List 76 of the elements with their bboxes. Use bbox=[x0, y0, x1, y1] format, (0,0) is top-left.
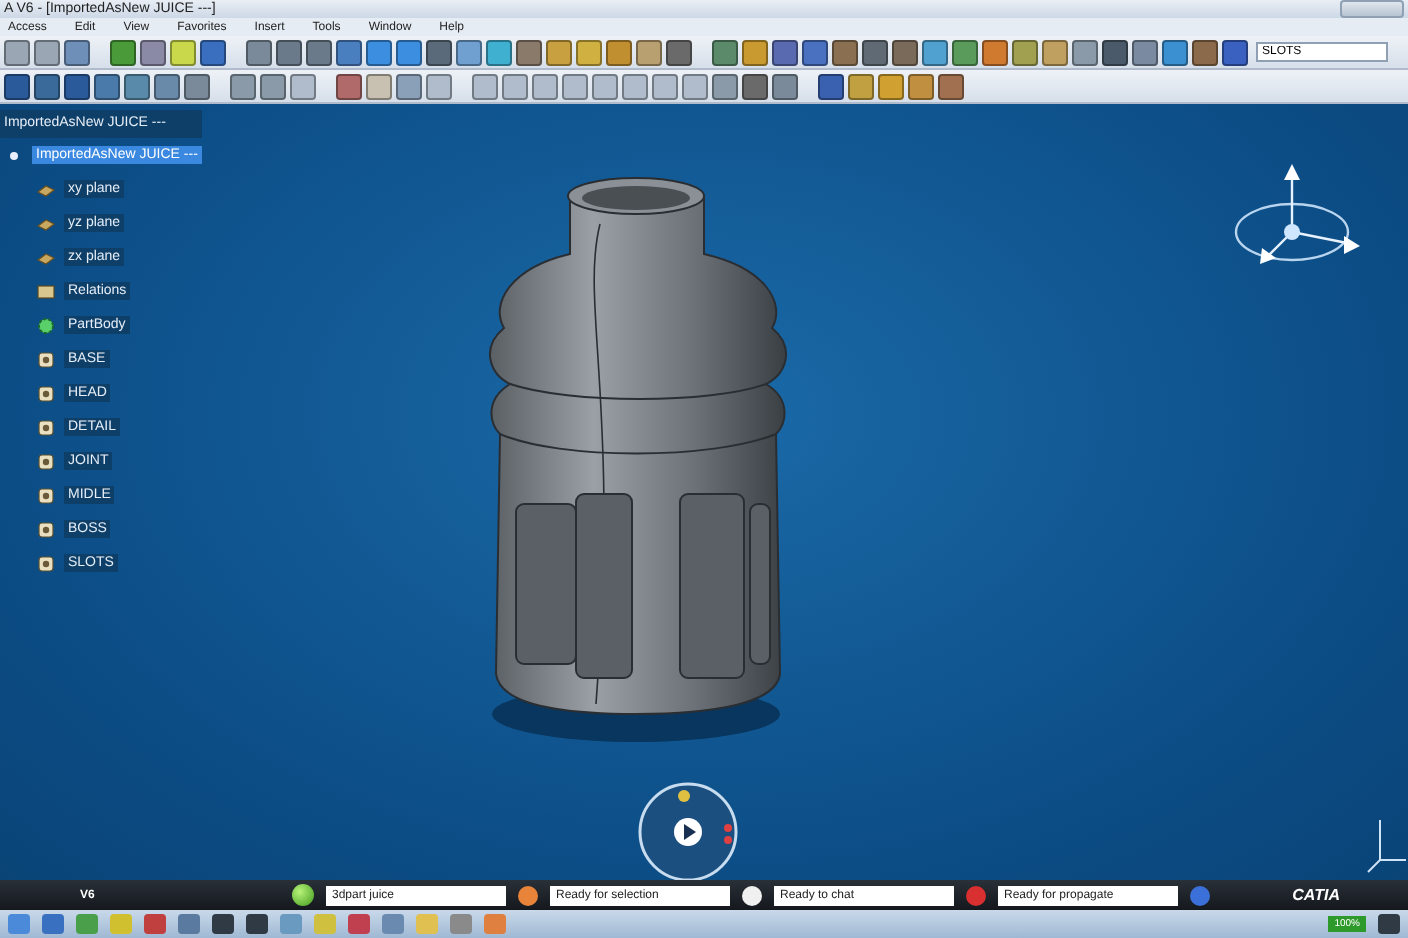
toolbar-icon[interactable] bbox=[1162, 39, 1188, 65]
geometric-set-icon bbox=[36, 553, 56, 573]
toolbar-icon[interactable] bbox=[64, 73, 90, 99]
relations-icon bbox=[36, 281, 56, 301]
toolbar-icon[interactable] bbox=[1102, 39, 1128, 65]
toolbar-icon[interactable] bbox=[64, 39, 90, 65]
toolbar-icon[interactable] bbox=[276, 39, 302, 65]
toolbar-icon[interactable] bbox=[712, 73, 738, 99]
toolbar-icon[interactable] bbox=[34, 73, 60, 99]
toolbar-icon[interactable] bbox=[818, 73, 844, 99]
geometric-set-icon bbox=[36, 349, 56, 369]
toolbar-icon[interactable] bbox=[1072, 39, 1098, 65]
geometric-set-icon bbox=[36, 519, 56, 539]
toolbar-icon[interactable] bbox=[772, 39, 798, 65]
geometric-set-icon bbox=[36, 451, 56, 471]
toolbar-icon[interactable] bbox=[878, 73, 904, 99]
status-icon[interactable] bbox=[742, 885, 762, 905]
gear-icon bbox=[36, 315, 56, 335]
toolbar-icon[interactable] bbox=[4, 73, 30, 99]
toolbar-icon[interactable] bbox=[426, 39, 452, 65]
navigation-wheel-icon[interactable] bbox=[638, 782, 738, 880]
globe-icon[interactable] bbox=[292, 884, 314, 906]
toolbar-icon[interactable] bbox=[140, 39, 166, 65]
toolbar-icon[interactable] bbox=[1132, 39, 1158, 65]
tray-icon[interactable] bbox=[1378, 914, 1400, 934]
geometric-set-icon bbox=[36, 383, 56, 403]
toolbar-icon[interactable] bbox=[184, 73, 210, 99]
toolbar-icon[interactable] bbox=[34, 39, 60, 65]
toolbar-icon[interactable] bbox=[712, 39, 738, 65]
toolbar-icon[interactable] bbox=[230, 73, 256, 99]
geometric-set-icon bbox=[36, 417, 56, 437]
toolbar-icon[interactable] bbox=[772, 73, 798, 99]
toolbar-icon[interactable] bbox=[922, 39, 948, 65]
toolbar-icon[interactable] bbox=[546, 39, 572, 65]
toolbar-icon[interactable] bbox=[396, 39, 422, 65]
toolbar-icon[interactable] bbox=[892, 39, 918, 65]
toolbar-icon[interactable] bbox=[306, 39, 332, 65]
toolbar-icon[interactable] bbox=[246, 39, 272, 65]
toolbar-icon[interactable] bbox=[94, 73, 120, 99]
geometric-set-icon bbox=[36, 485, 56, 505]
toolbar-icon[interactable] bbox=[802, 39, 828, 65]
taskbar-icon[interactable] bbox=[212, 914, 234, 934]
toolbar-icon[interactable] bbox=[396, 73, 422, 99]
toolbar-icon[interactable] bbox=[1222, 39, 1248, 65]
toolbar-icon[interactable] bbox=[456, 39, 482, 65]
toolbar-icon[interactable] bbox=[1012, 39, 1038, 65]
taskbar-icon[interactable] bbox=[246, 914, 268, 934]
axis-drawing bbox=[1367, 819, 1407, 873]
status-icon[interactable] bbox=[518, 885, 538, 905]
toolbar-icon[interactable] bbox=[742, 39, 768, 65]
toolbar-icon[interactable] bbox=[110, 39, 136, 65]
toolbar-icon[interactable] bbox=[742, 73, 768, 99]
compass-drawing bbox=[1234, 164, 1360, 264]
toolbar-icon[interactable] bbox=[336, 73, 362, 99]
toolbar-icon[interactable] bbox=[666, 39, 692, 65]
toolbar-icon[interactable] bbox=[1192, 39, 1218, 65]
brand-logo: CATIA bbox=[1292, 886, 1340, 904]
toolbar-icon[interactable] bbox=[260, 73, 286, 99]
toolbar-icon[interactable] bbox=[516, 39, 542, 65]
toolbar-icon[interactable] bbox=[606, 39, 632, 65]
toolbar-icon[interactable] bbox=[4, 39, 30, 65]
toolbar-icon[interactable] bbox=[1042, 39, 1068, 65]
toolbar-icon[interactable] bbox=[952, 39, 978, 65]
toolbar-icon[interactable] bbox=[336, 39, 362, 65]
toolbar-icon[interactable] bbox=[366, 39, 392, 65]
toolbar-icon[interactable] bbox=[200, 39, 226, 65]
toolbar-icon[interactable] bbox=[908, 73, 934, 99]
toolbar-icon[interactable] bbox=[486, 39, 512, 65]
toolbar-icon[interactable] bbox=[154, 73, 180, 99]
toolbar-icon[interactable] bbox=[832, 39, 858, 65]
toolbar-icon[interactable] bbox=[862, 39, 888, 65]
toolbar-icon[interactable] bbox=[124, 73, 150, 99]
toolbar-icon[interactable] bbox=[636, 39, 662, 65]
toolbar-icon[interactable] bbox=[848, 73, 874, 99]
toolbar-icon[interactable] bbox=[982, 39, 1008, 65]
toolbar-icon[interactable] bbox=[938, 73, 964, 99]
